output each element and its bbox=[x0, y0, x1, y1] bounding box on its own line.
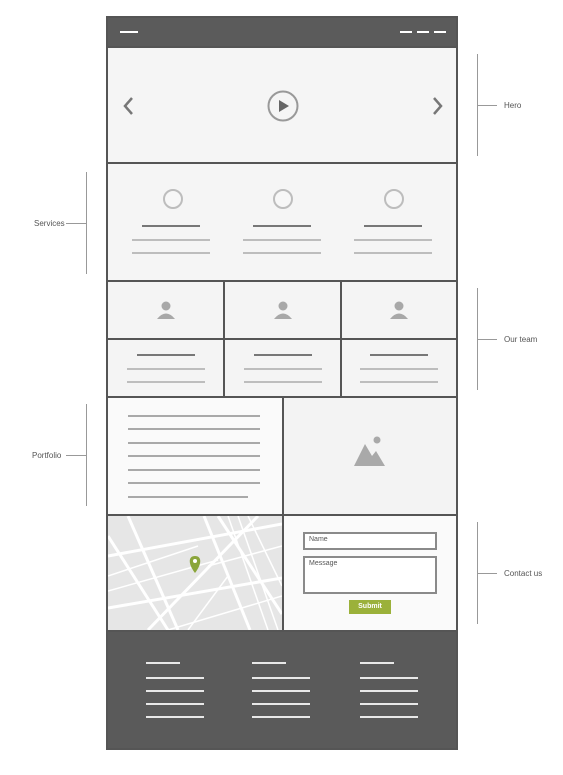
top-navigation-bar bbox=[108, 18, 456, 46]
name-field[interactable]: Name bbox=[303, 532, 437, 550]
our-team-label: Our team bbox=[504, 335, 538, 344]
play-icon[interactable] bbox=[266, 89, 300, 123]
circle-icon bbox=[273, 189, 293, 209]
portfolio-label: Portfolio bbox=[32, 451, 62, 460]
image-icon bbox=[354, 436, 385, 466]
chevron-left-icon[interactable] bbox=[122, 96, 136, 116]
hero-label: Hero bbox=[504, 101, 522, 110]
message-placeholder: Message bbox=[309, 560, 338, 567]
services-label: Services bbox=[34, 219, 65, 228]
hero-section bbox=[108, 48, 456, 164]
user-icon bbox=[157, 301, 175, 319]
name-placeholder: Name bbox=[309, 536, 328, 543]
map[interactable] bbox=[108, 516, 282, 630]
circle-icon bbox=[384, 189, 404, 209]
footer-section bbox=[108, 632, 456, 748]
user-icon bbox=[274, 301, 292, 319]
hamburger-icon[interactable] bbox=[120, 31, 138, 33]
submit-button[interactable]: Submit bbox=[349, 600, 391, 614]
user-icon bbox=[390, 301, 408, 319]
services-section bbox=[108, 164, 456, 282]
circle-icon bbox=[163, 189, 183, 209]
contact-us-label: Contact us bbox=[504, 569, 543, 578]
message-field[interactable]: Message bbox=[303, 556, 437, 594]
chevron-right-icon[interactable] bbox=[430, 96, 444, 116]
